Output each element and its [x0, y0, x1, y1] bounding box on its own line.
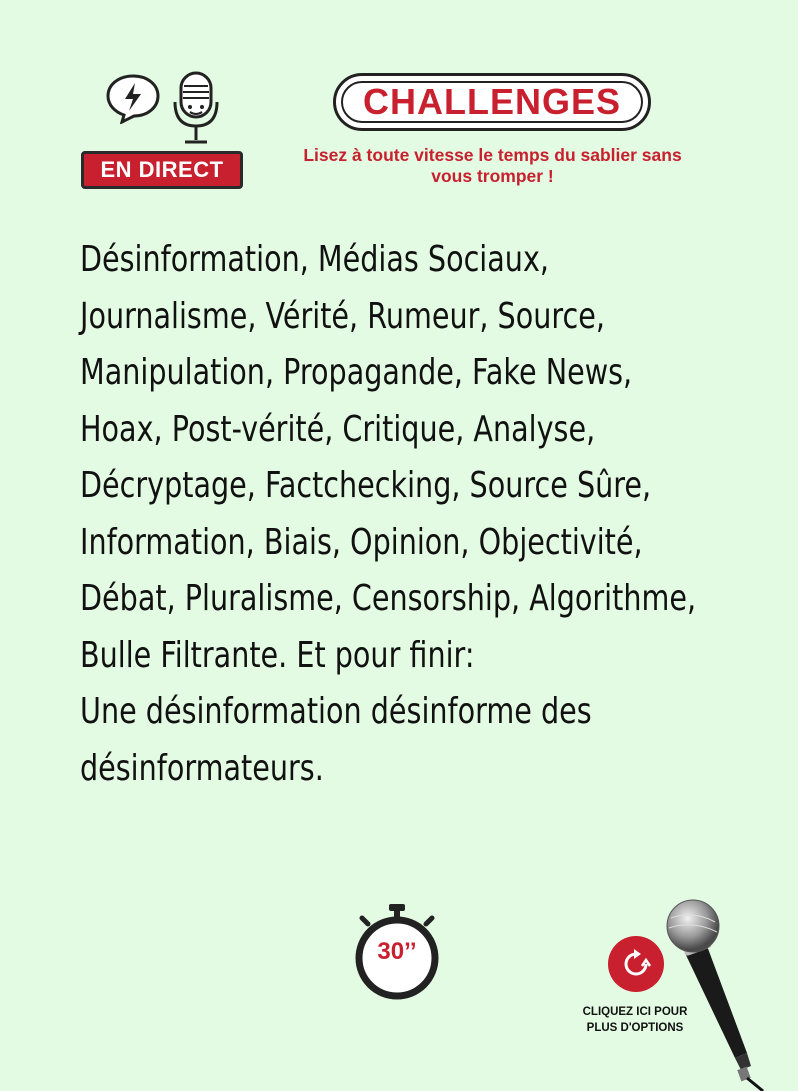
refresh-icon: [624, 949, 652, 976]
challenge-instructions: Lisez à toute vitesse le temps du sablie…: [303, 145, 682, 186]
text-line: Débat, Pluralisme, Censorship, Algorithm…: [80, 578, 697, 619]
text-line: Journalisme, Vérité, Rumeur, Source,: [80, 295, 605, 337]
tongue-twister-text: Désinformation, Médias Sociaux, Journali…: [80, 232, 697, 797]
text-line: Bulle Filtrante. Et pour finir:: [80, 634, 475, 676]
challenges-title: CHALLENGES: [362, 81, 621, 122]
text-line: Désinformation, Médias Sociaux,: [80, 239, 549, 280]
handheld-microphone-icon: [666, 899, 764, 1091]
text-line: Manipulation, Propagande, Fake News,: [80, 352, 633, 393]
timer-label: 30’’: [377, 938, 417, 965]
podcast-microphone-icon: [173, 71, 219, 144]
text-line: Décryptage, Factchecking, Source Sûre,: [80, 465, 652, 506]
text-line: Hoax, Post-vérité, Critique, Analyse,: [80, 408, 596, 450]
live-badge: EN DIRECT: [81, 151, 243, 189]
text-line: Information, Biais, Opinion, Objectivité…: [80, 521, 643, 563]
text-line: désinformateurs.: [80, 747, 324, 789]
speech-bubble-lightning-icon: [106, 74, 160, 124]
text-line: Une désinformation désinforme des: [80, 691, 592, 732]
challenges-banner: CHALLENGES: [333, 73, 651, 131]
